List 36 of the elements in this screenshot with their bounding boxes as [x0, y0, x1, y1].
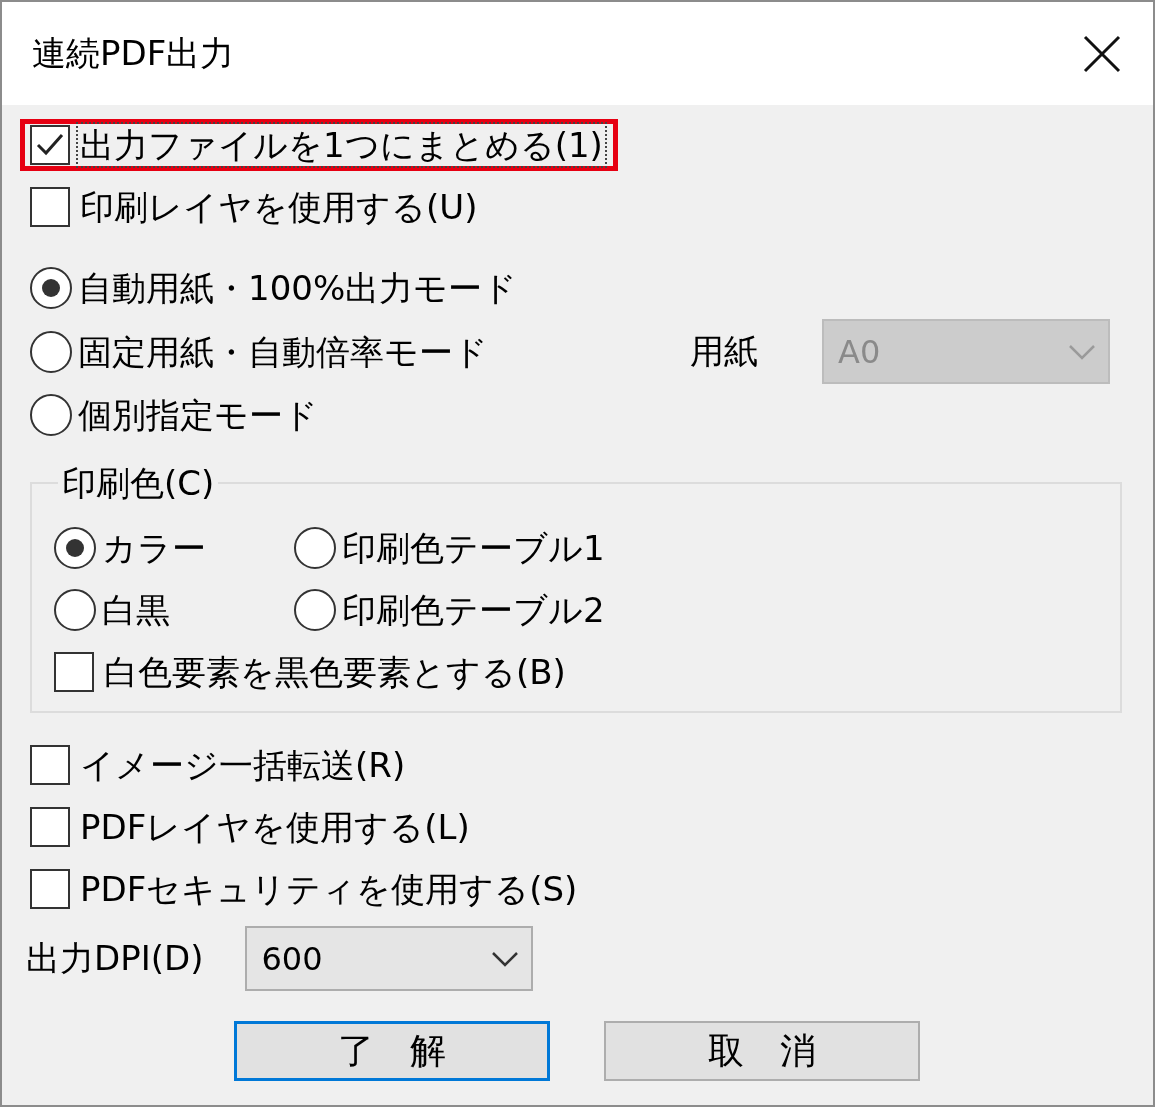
- radio-label[interactable]: 印刷色テーブル2: [342, 589, 605, 631]
- checkbox-label[interactable]: PDFレイヤを使用する(L): [76, 804, 474, 850]
- dpi-label: 出力DPI(D): [26, 936, 204, 980]
- radio-button[interactable]: [294, 589, 336, 631]
- checkbox-label[interactable]: 出力ファイルを1つにまとめる(1): [76, 122, 607, 168]
- checkbox-label[interactable]: 白色要素を黒色要素とする(B): [100, 649, 570, 695]
- radio-label[interactable]: カラー: [102, 527, 206, 569]
- checkbox[interactable]: [54, 652, 94, 692]
- dropdown[interactable]: 600: [245, 926, 534, 991]
- checkbox[interactable]: [30, 125, 70, 165]
- chevron-down-icon: [1068, 343, 1096, 360]
- checkbox[interactable]: [30, 745, 70, 785]
- radio-label[interactable]: 印刷色テーブル1: [342, 527, 605, 569]
- radio-button[interactable]: [30, 267, 72, 309]
- radio-button[interactable]: [54, 589, 96, 631]
- chevron-down-icon: [491, 950, 520, 967]
- radio-button[interactable]: [30, 330, 72, 373]
- radio-label[interactable]: 自動用紙・100%出力モード: [78, 267, 518, 309]
- paper-label: 用紙: [690, 329, 759, 373]
- radio-label[interactable]: 個別指定モード: [78, 394, 318, 436]
- radio-label[interactable]: 白黒: [102, 589, 170, 631]
- dialog-button[interactable]: 了 解: [234, 1021, 550, 1081]
- close-icon[interactable]: [1083, 34, 1121, 73]
- checkbox-label[interactable]: イメージ一括転送(R): [76, 742, 410, 788]
- checkbox-label[interactable]: PDFセキュリティを使用する(S): [76, 866, 582, 912]
- radio-button[interactable]: [54, 527, 96, 569]
- checkbox[interactable]: [30, 807, 70, 847]
- checkbox-label[interactable]: 印刷レイヤを使用する(U): [76, 184, 482, 230]
- window-title: 連続PDF出力: [32, 31, 235, 75]
- radio-button[interactable]: [294, 527, 336, 569]
- group-title: 印刷色(C): [61, 463, 216, 503]
- checkbox[interactable]: [30, 869, 70, 909]
- checkbox[interactable]: [30, 187, 70, 227]
- radio-label[interactable]: 固定用紙・自動倍率モード: [78, 330, 488, 373]
- dialog-button[interactable]: 取 消: [604, 1021, 920, 1081]
- radio-button[interactable]: [30, 394, 72, 436]
